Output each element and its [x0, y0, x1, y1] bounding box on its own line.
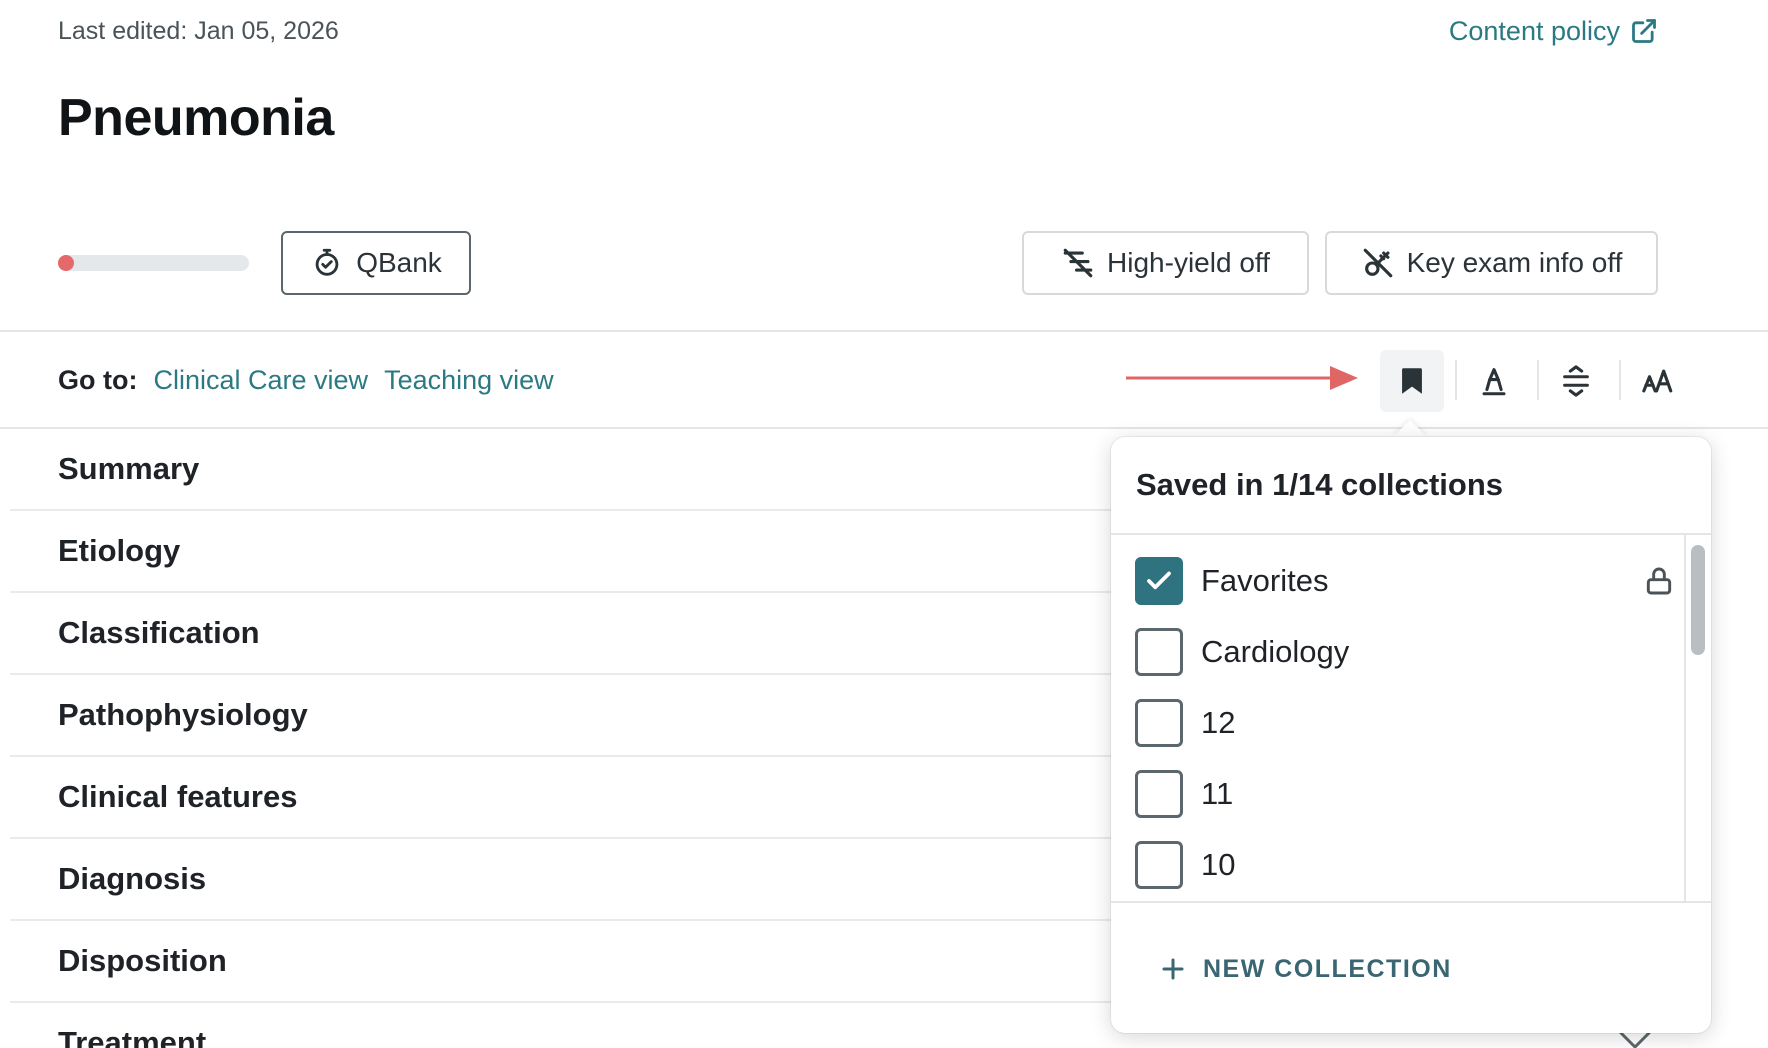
- new-collection-button[interactable]: NEW COLLECTION: [1161, 949, 1452, 989]
- toolbar-separator: [1537, 360, 1539, 400]
- toolbar-separator: [1455, 360, 1457, 400]
- divider: [1111, 901, 1711, 903]
- clinical-care-view-link[interactable]: Clinical Care view: [153, 365, 368, 396]
- font-size-button[interactable]: [1626, 350, 1690, 412]
- section-pathophysiology[interactable]: Pathophysiology: [10, 675, 1120, 757]
- collection-item-12[interactable]: 12: [1135, 699, 1675, 747]
- collection-checkbox[interactable]: [1135, 557, 1183, 605]
- goto-nav: Go to: Clinical Care view Teaching view: [58, 362, 554, 398]
- collections-popover: Saved in 1/14 collections Favorites Card…: [1111, 437, 1711, 1033]
- page-title: Pneumonia: [58, 89, 334, 147]
- section-treatment[interactable]: Treatment: [10, 1003, 1120, 1048]
- content-policy-label: Content policy: [1448, 16, 1620, 46]
- collections-list: Favorites Cardiology 12 11 10: [1111, 535, 1711, 901]
- collection-checkbox[interactable]: [1135, 841, 1183, 889]
- section-disposition[interactable]: Disposition: [10, 921, 1120, 1003]
- lock-icon: [1646, 567, 1672, 595]
- collection-item-10[interactable]: 10: [1135, 841, 1675, 889]
- highlighter-icon: [1482, 368, 1506, 396]
- collection-checkbox[interactable]: [1135, 628, 1183, 676]
- last-edited: Last edited: Jan 05, 2026: [58, 17, 339, 45]
- key-exam-off-icon: [1363, 248, 1392, 278]
- section-diagnosis[interactable]: Diagnosis: [10, 839, 1120, 921]
- annotation-arrow: [1126, 366, 1358, 390]
- collection-item-11[interactable]: 11: [1135, 770, 1675, 818]
- highlighter-button[interactable]: [1462, 350, 1526, 412]
- checkmark-icon: [1147, 571, 1171, 590]
- collection-checkbox[interactable]: [1135, 770, 1183, 818]
- line-spacing-icon: [1563, 365, 1589, 397]
- collection-label: Favorites: [1201, 563, 1329, 598]
- collection-label: 11: [1201, 776, 1234, 811]
- font-size-icon: [1642, 369, 1673, 393]
- content-policy-link[interactable]: Content policy: [1449, 14, 1658, 48]
- progress-indicator: [58, 255, 74, 271]
- section-classification[interactable]: Classification: [10, 593, 1120, 675]
- key-exam-label: Key exam info off: [1406, 247, 1623, 278]
- key-exam-info-toggle[interactable]: Key exam info off: [1325, 231, 1658, 295]
- collection-label: 12: [1201, 705, 1236, 740]
- bookmark-button[interactable]: [1380, 350, 1444, 412]
- sections-list: Summary Etiology Classification Pathophy…: [10, 429, 1120, 1048]
- popover-title: Saved in 1/14 collections: [1136, 467, 1503, 502]
- reading-progress-bar: [58, 255, 249, 271]
- section-clinical-features[interactable]: Clinical features: [10, 757, 1120, 839]
- toolbar-separator: [1619, 360, 1621, 400]
- high-yield-toggle[interactable]: High-yield off: [1022, 231, 1309, 295]
- scrollbar-track: [1684, 535, 1686, 901]
- collection-item-favorites[interactable]: Favorites: [1135, 557, 1675, 605]
- qbank-icon: [315, 248, 339, 276]
- scrollbar-thumb[interactable]: [1691, 545, 1705, 655]
- high-yield-off-icon: [1063, 248, 1093, 278]
- section-summary[interactable]: Summary: [10, 429, 1120, 511]
- teaching-view-link[interactable]: Teaching view: [384, 365, 554, 396]
- goto-label: Go to:: [58, 364, 138, 395]
- qbank-label: QBank: [356, 247, 442, 278]
- collection-item-cardiology[interactable]: Cardiology: [1135, 628, 1675, 676]
- external-link-icon: [1632, 19, 1656, 43]
- new-collection-label: NEW COLLECTION: [1203, 954, 1452, 983]
- section-etiology[interactable]: Etiology: [10, 511, 1120, 593]
- meta-row: Last edited: Jan 05, 2026 Content policy: [58, 14, 1658, 48]
- collection-label: 10: [1201, 847, 1236, 882]
- collection-label: Cardiology: [1201, 634, 1350, 669]
- qbank-button[interactable]: QBank: [281, 231, 471, 295]
- collection-checkbox[interactable]: [1135, 699, 1183, 747]
- bookmark-icon: [1402, 368, 1422, 394]
- divider: [0, 330, 1768, 332]
- line-spacing-button[interactable]: [1544, 350, 1608, 412]
- high-yield-label: High-yield off: [1107, 247, 1270, 278]
- plus-icon: [1162, 958, 1184, 980]
